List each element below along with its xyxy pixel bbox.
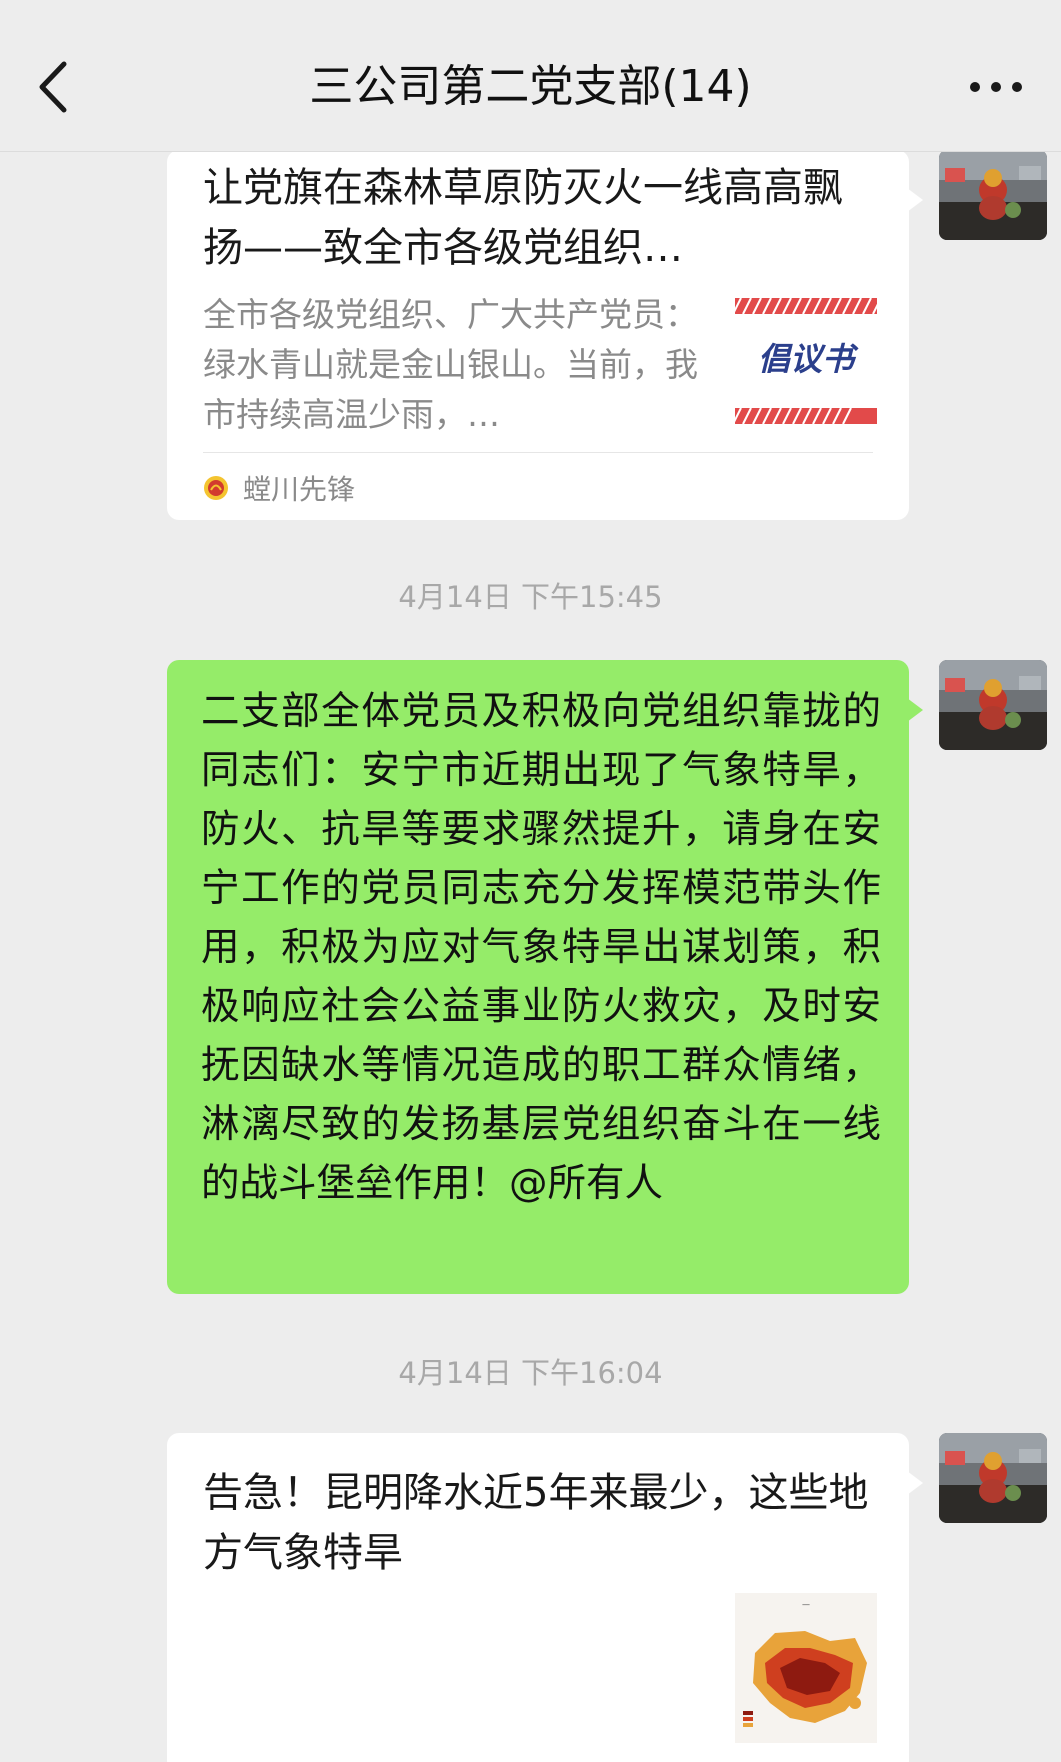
article-card-message[interactable]: 让党旗在森林草原防灭火一线高高飘扬——致全市各级党组织… 全市各级党组织、广大共… — [167, 150, 923, 520]
avatar-photo-icon — [939, 660, 1047, 750]
proposal-thumbnail-icon: 倡议书 — [735, 288, 877, 432]
article-card-title: 让党旗在森林草原防灭火一线高高飘扬——致全市各级党组织… — [203, 165, 843, 271]
card-divider — [203, 452, 873, 453]
article-card-description: 全市各级党组织、广大共产党员：绿水青山就是金山银山。当前，我市持续高温少雨，… — [203, 295, 698, 434]
message-text: 二支部全体党员及积极向党组织靠拢的同志们：安宁市近期出现了气象特旱，防火、抗旱等… — [201, 689, 881, 1206]
avatar[interactable] — [939, 150, 1047, 240]
top-bar: 三公司第二党支部(14) — [0, 0, 1061, 152]
article-card-title: 告急！昆明降水近5年来最少，这些地方气象特旱 — [203, 1470, 869, 1576]
article-source: 螳川先锋 — [203, 466, 355, 510]
text-message-bubble[interactable]: 二支部全体党员及积极向党组织靠拢的同志们：安宁市近期出现了气象特旱，防火、抗旱等… — [167, 660, 923, 1294]
article-card-message[interactable]: 告急！昆明降水近5年来最少，这些地方气象特旱 — — [167, 1433, 923, 1762]
avatar-photo-icon — [939, 1433, 1047, 1523]
more-button[interactable] — [961, 62, 1031, 112]
avatar[interactable] — [939, 1433, 1047, 1523]
svg-text:—: — — [802, 1600, 810, 1609]
chat-title: 三公司第二党支部(14) — [309, 61, 752, 112]
avatar-photo-icon — [939, 150, 1047, 240]
party-emblem-icon — [204, 476, 228, 500]
article-source-name: 螳川先锋 — [243, 473, 356, 506]
more-dots-icon — [970, 82, 1022, 92]
drought-map-icon: — — [735, 1593, 877, 1743]
thumbnail-label: 倡议书 — [758, 340, 859, 378]
avatar[interactable] — [939, 660, 1047, 750]
timestamp: 4月14日 下午15:45 — [398, 580, 663, 614]
timestamp: 4月14日 下午16:04 — [398, 1356, 663, 1390]
